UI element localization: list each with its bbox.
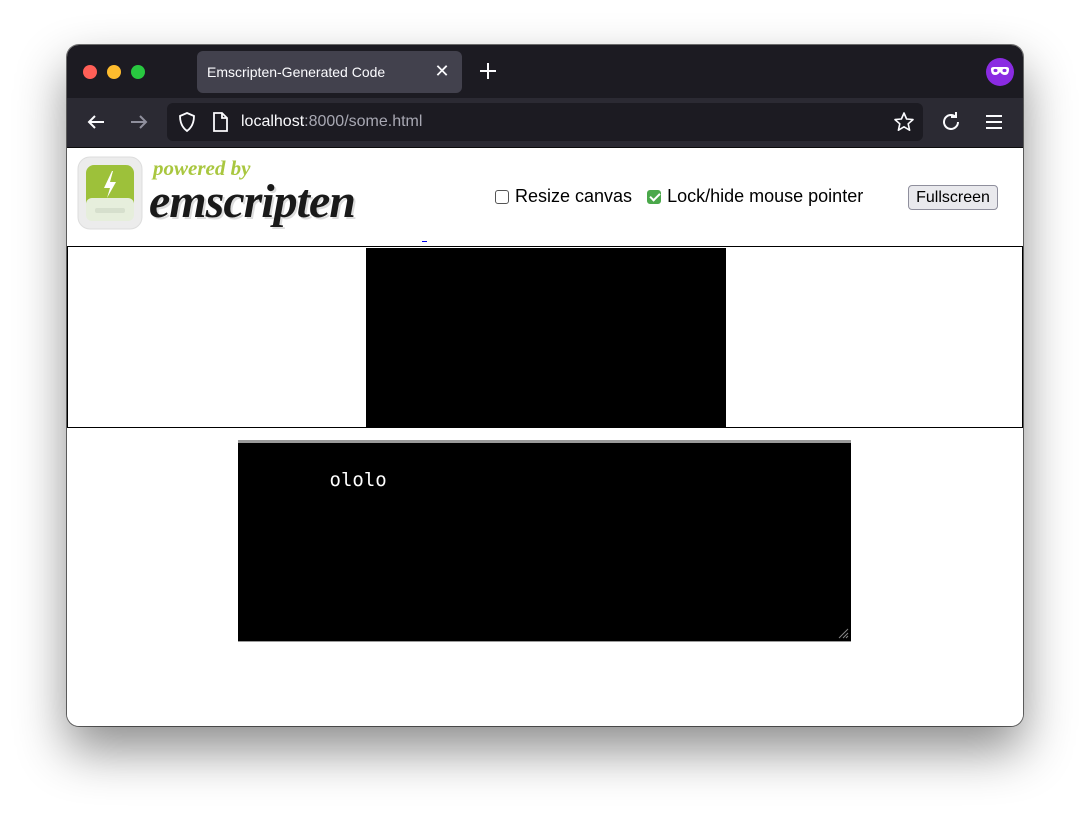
logo-wordmark: emscripten bbox=[149, 175, 356, 228]
private-browsing-mask-icon[interactable] bbox=[986, 58, 1014, 86]
reload-icon[interactable] bbox=[939, 110, 963, 134]
resize-canvas-checkbox[interactable] bbox=[495, 189, 509, 204]
url-bar[interactable]: localhost:8000/some.html bbox=[167, 103, 923, 141]
lock-pointer-option[interactable]: Lock/hide mouse pointer bbox=[647, 186, 863, 207]
canvas-container bbox=[67, 246, 1023, 428]
minimize-window-button[interactable] bbox=[107, 65, 121, 79]
tab-title: Emscripten-Generated Code bbox=[207, 64, 386, 80]
lock-pointer-checkbox[interactable] bbox=[647, 189, 662, 204]
close-window-button[interactable] bbox=[83, 65, 97, 79]
spinner-link[interactable] bbox=[422, 241, 427, 242]
mask-icon bbox=[991, 67, 1009, 75]
tab-emscripten[interactable]: Emscripten-Generated Code ✕ bbox=[197, 51, 462, 93]
url-text[interactable]: localhost:8000/some.html bbox=[241, 113, 422, 131]
zoom-window-button[interactable] bbox=[131, 65, 145, 79]
tab-close-icon[interactable]: ✕ bbox=[432, 61, 452, 81]
forward-arrow-icon[interactable] bbox=[127, 110, 151, 134]
url-host: localhost bbox=[241, 113, 305, 130]
hamburger-menu-icon[interactable] bbox=[982, 110, 1006, 134]
canvas-controls: Resize canvas Lock/hide mouse pointer bbox=[495, 186, 873, 210]
resize-canvas-label: Resize canvas bbox=[515, 186, 633, 206]
star-bookmark-icon[interactable] bbox=[893, 111, 915, 133]
page-icon[interactable] bbox=[211, 111, 229, 133]
tab-strip: Emscripten-Generated Code ✕ bbox=[67, 45, 1023, 98]
resize-canvas-option[interactable]: Resize canvas bbox=[495, 186, 632, 207]
output-textarea[interactable]: ololo bbox=[238, 440, 851, 642]
screen: Emscripten-Generated Code ✕ localhost:80… bbox=[0, 0, 1090, 815]
output-text: ololo bbox=[329, 469, 387, 491]
navigation-toolbar: localhost:8000/some.html bbox=[67, 98, 1023, 148]
resize-grip-icon[interactable] bbox=[837, 627, 849, 639]
plus-icon[interactable] bbox=[477, 60, 499, 82]
lock-pointer-label: Lock/hide mouse pointer bbox=[667, 186, 864, 206]
back-arrow-icon[interactable] bbox=[84, 110, 108, 134]
url-path: :8000/some.html bbox=[304, 113, 423, 130]
emscripten-logo: powered by emscripten bbox=[77, 156, 397, 234]
browser-window: Emscripten-Generated Code ✕ localhost:80… bbox=[67, 45, 1023, 726]
page-content: powered by emscripten Resize canvas Lock… bbox=[67, 148, 1023, 726]
fullscreen-button[interactable]: Fullscreen bbox=[908, 185, 998, 210]
emscripten-canvas[interactable] bbox=[366, 248, 726, 428]
shield-icon[interactable] bbox=[176, 111, 198, 133]
